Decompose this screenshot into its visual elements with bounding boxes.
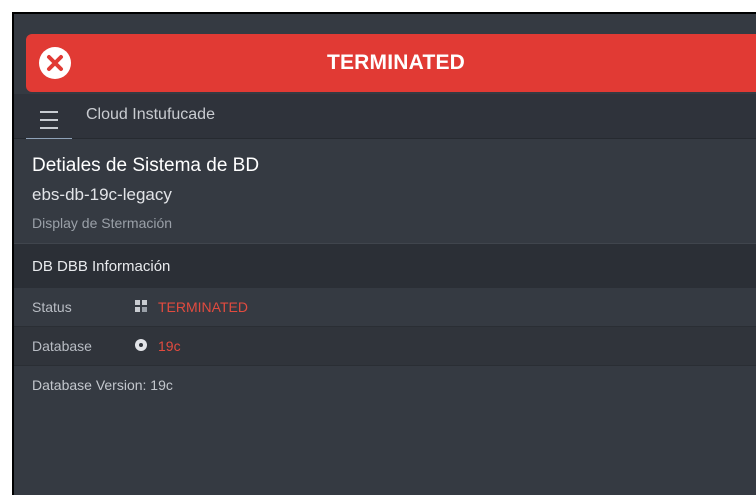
status-icon: [135, 300, 147, 312]
top-nav: Cloud Instufucade: [14, 94, 756, 140]
status-row: Status TERMINATED: [14, 288, 756, 327]
hamburger-menu-icon[interactable]: [26, 102, 72, 140]
status-value: TERMINATED: [158, 299, 248, 315]
status-label: Status: [32, 299, 72, 315]
page-title: Detiales de Sistema de BD: [32, 155, 260, 176]
section-label: DB DBB Información: [32, 258, 171, 275]
database-icon: [135, 339, 147, 351]
close-circle-icon[interactable]: [38, 46, 72, 80]
database-row: Database 19c: [14, 327, 756, 366]
app-screen: TERMINATED Cloud Instufucade Detiales de…: [14, 14, 756, 495]
device-frame: TERMINATED Cloud Instufucade Detiales de…: [12, 12, 756, 495]
terminated-banner: TERMINATED: [26, 34, 756, 92]
database-value: 19c: [158, 338, 181, 354]
banner-title: TERMINATED: [326, 51, 466, 74]
details-header: Detiales de Sistema de BD ebs-db-19c-leg…: [14, 139, 756, 243]
database-version-text: Database Version: 19c: [32, 377, 173, 393]
database-label: Database: [32, 338, 92, 354]
db-system-name: ebs-db-19c-legacy: [32, 185, 172, 204]
details-subtitle: Display de Stermación: [32, 215, 173, 231]
nav-title: Cloud Instufucade: [86, 106, 215, 123]
section-header[interactable]: DB DBB Información: [14, 243, 756, 289]
